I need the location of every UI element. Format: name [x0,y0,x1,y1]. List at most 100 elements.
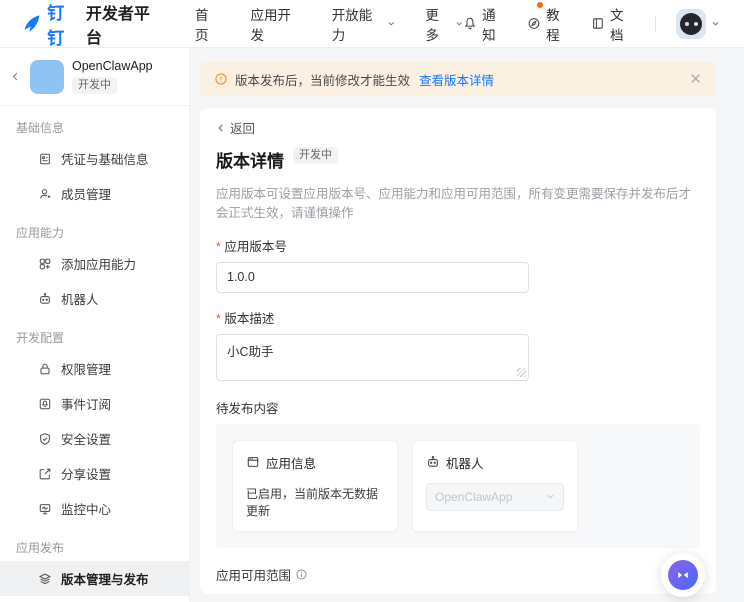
resize-handle[interactable] [517,368,526,377]
sidebar-item-label: 版本管理与发布 [61,569,149,588]
robot-card-title: 机器人 [446,453,484,472]
notifications-label: 通知 [482,4,507,44]
app-info-card: 应用信息 已启用，当前版本无数据更新 [232,440,398,532]
app-info-card-desc: 已启用，当前版本无数据更新 [246,485,384,519]
brand-name: 钉钉 [47,0,81,49]
radio-all-staff[interactable]: 全部员工 [216,593,286,595]
nav-item-label: 开放能力 [332,4,383,44]
nav-item-app-dev[interactable]: 应用开发 [251,4,302,44]
lock-icon [38,362,52,376]
compass-icon [527,16,541,31]
notifications-button[interactable]: 通知 [463,4,507,44]
nav-item-open-abilities[interactable]: 开放能力 [332,4,396,44]
radio-only-me[interactable]: 仅我可见 [529,593,599,595]
radio-admin-only[interactable]: 仅限管理员 [416,593,499,595]
sidebar-item-label: 成员管理 [61,184,111,203]
app-info-card-title: 应用信息 [266,453,316,472]
radio-partial-staff[interactable]: 部分员工 [316,593,386,595]
app-status-badge: 开发中 [72,77,117,94]
chevron-down-icon [387,19,396,28]
radio-label: 仅我可见 [549,593,599,595]
sidebar-item-label: 权限管理 [61,359,111,378]
tutorial-label: 教程 [546,4,571,44]
view-version-details-link[interactable]: 查看版本详情 [419,70,494,89]
versions-icon [38,572,52,586]
sidebar-item-credentials[interactable]: 凭证与基础信息 [0,141,189,176]
close-icon[interactable]: ✕ [689,72,702,87]
nav-right: 通知 教程 文档 [463,4,720,44]
brand[interactable]: 钉钉 开发者平台 [22,0,163,49]
sidebar-app-header: OpenClawApp 开发中 [0,48,189,106]
sidebar-item-robot[interactable]: 机器人 [0,281,189,316]
version-detail-card: 返回 版本详情 开发中 应用版本可设置应用版本号、应用能力和应用可用范围，所有变… [200,108,716,594]
docs-label: 文档 [610,4,635,44]
member-icon [38,187,52,201]
apps-add-icon [38,257,52,271]
back-label: 返回 [230,118,255,137]
tutorial-button[interactable]: 教程 [527,4,571,44]
version-desc-textarea[interactable]: 小C助手 [216,334,529,381]
sidebar-section-basic: 基础信息 [0,106,189,141]
sidebar-collapse-button[interactable] [8,71,22,82]
sidebar-item-label: 机器人 [61,289,99,308]
assistant-icon [668,560,698,590]
chevron-down-icon [711,19,720,28]
chevron-left-icon [10,71,21,82]
sidebar-item-members[interactable]: 成员管理 [0,176,189,211]
dingtalk-logo-icon [22,13,42,34]
chevron-down-icon [546,492,555,501]
sidebar-item-event-subscribe[interactable]: 事件订阅 [0,386,189,421]
docs-button[interactable]: 文档 [591,4,635,44]
warning-banner: 版本发布后，当前修改才能生效 查看版本详情 ✕ [200,62,716,96]
id-card-icon [38,152,52,166]
radio-label: 仅限管理员 [436,593,499,595]
sidebar-section-abilities: 应用能力 [0,211,189,246]
radio-label: 全部员工 [236,593,286,595]
page-description: 应用版本可设置应用版本号、应用能力和应用可用范围，所有变更需要保存并发布后才会正… [216,183,700,221]
sidebar-item-version-release[interactable]: 版本管理与发布 [0,561,189,596]
app-window-icon [246,455,260,469]
assistant-fab-button[interactable] [661,553,705,597]
version-number-label: 应用版本号 [216,236,700,255]
status-badge: 开发中 [293,147,338,164]
sidebar-item-label: 添加应用能力 [61,254,136,273]
sidebar-item-label: 安全设置 [61,429,111,448]
sidebar-item-permissions[interactable]: 权限管理 [0,351,189,386]
robot-select-disabled: OpenClawApp [426,483,564,511]
info-icon[interactable] [295,568,308,581]
sidebar-item-label: 凭证与基础信息 [61,149,149,168]
radio-label: 部分员工 [336,593,386,595]
scope-label: 应用可用范围 [216,565,291,584]
sidebar-item-label: 分享设置 [61,464,111,483]
version-number-input[interactable] [216,262,529,293]
nav-item-more[interactable]: 更多 [425,4,463,44]
back-button[interactable]: 返回 [216,118,255,137]
monitor-icon [38,502,52,516]
sidebar-item-share[interactable]: 分享设置 [0,456,189,491]
sidebar-item-label: 监控中心 [61,499,111,518]
page-title: 版本详情 [216,147,284,172]
app-icon [30,60,64,94]
bell-icon [463,16,477,31]
user-menu[interactable] [676,9,720,39]
nav-item-home[interactable]: 首页 [195,4,221,44]
sidebar-item-add-ability[interactable]: 添加应用能力 [0,246,189,281]
nav-items: 首页 应用开发 开放能力 更多 [195,4,463,44]
share-icon [38,467,52,481]
document-icon [591,16,605,31]
avatar [676,9,706,39]
chevron-left-icon [216,123,226,133]
sidebar-item-label: 事件订阅 [61,394,111,413]
scope-label-row: 应用可用范围 [216,565,700,584]
event-icon [38,397,52,411]
notification-dot [537,2,543,8]
robot-icon [426,455,440,469]
brand-suffix: 开发者平台 [86,0,163,48]
banner-message: 版本发布后，当前修改才能生效 [235,70,410,89]
sidebar-section-release: 应用发布 [0,526,189,561]
sidebar-item-security[interactable]: 安全设置 [0,421,189,456]
pending-content-panel: 应用信息 已启用，当前版本无数据更新 机器人 OpenClawApp [216,424,700,548]
robot-icon [38,292,52,306]
sidebar-item-monitor[interactable]: 监控中心 [0,491,189,526]
warning-icon [214,72,228,86]
